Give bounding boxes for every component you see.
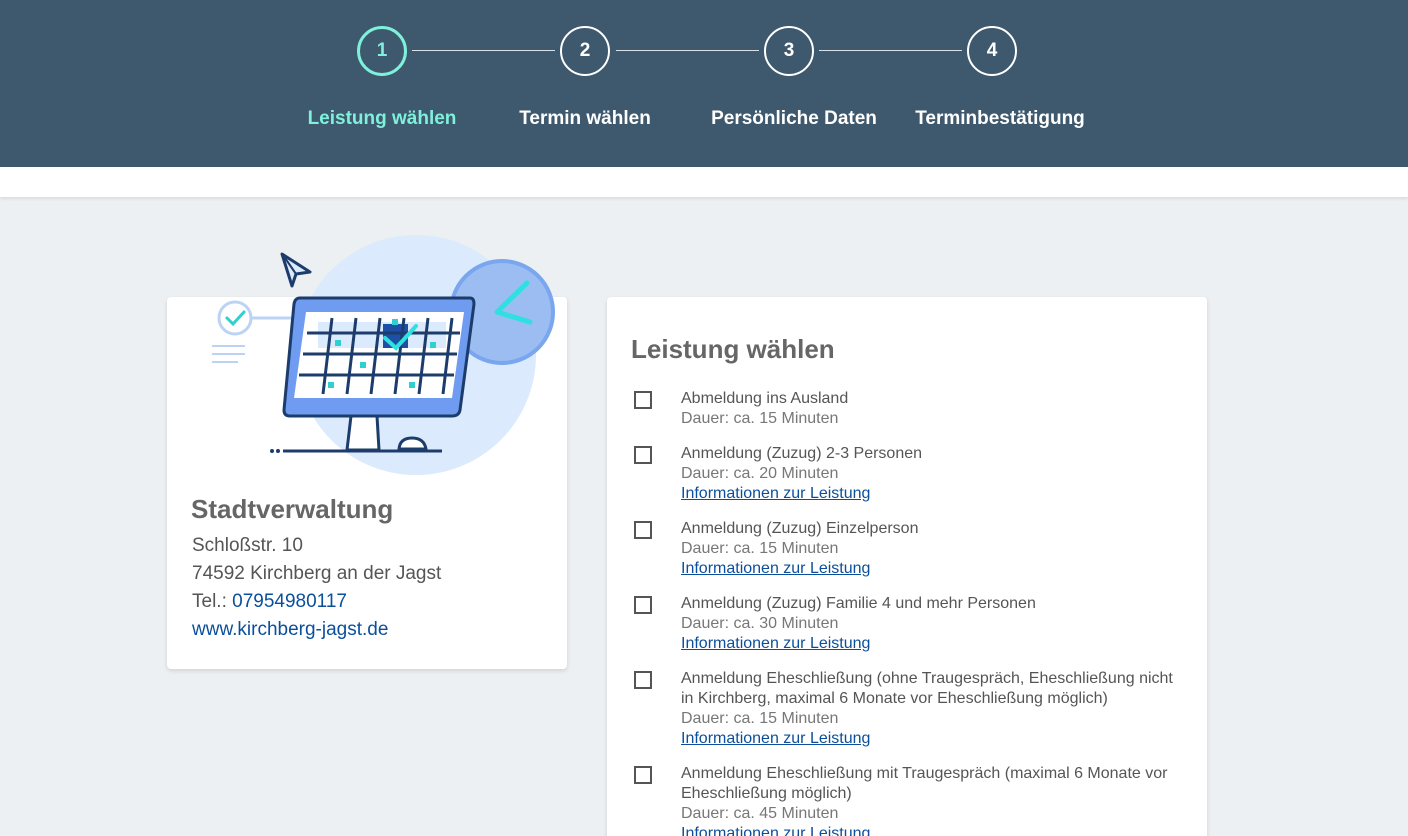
step-number: 4 <box>967 26 1017 76</box>
service-name: Anmeldung (Zuzug) Familie 4 und mehr Per… <box>681 595 1036 612</box>
office-name: Stadtverwaltung <box>191 494 394 524</box>
service-card: Leistung wählen Abmeldung ins Ausland Da… <box>607 297 1207 836</box>
website-link[interactable]: www.kirchberg-jagst.de <box>192 619 388 640</box>
office-phone-row: Tel.: 07954980117 <box>192 591 347 613</box>
stepper-bar: 1 Leistung wählen 2 Termin wählen 3 Pers… <box>0 0 1408 167</box>
service-duration: Dauer: ca. 20 Minuten <box>681 465 839 482</box>
step-4[interactable]: 4 Terminbestätigung <box>892 26 1092 130</box>
service-name: Anmeldung Eheschließung (ohne Traugesprä… <box>681 670 1173 707</box>
service-duration: Dauer: ca. 30 Minuten <box>681 615 839 632</box>
service-checkbox[interactable] <box>634 391 652 409</box>
step-label: Persönliche Daten <box>711 108 877 129</box>
step-number: 2 <box>560 26 610 76</box>
service-info-link[interactable]: Informationen zur Leistung <box>681 824 1181 836</box>
service-name: Anmeldung (Zuzug) 2-3 Personen <box>681 445 923 462</box>
service-name: Anmeldung Eheschließung mit Traugespräch… <box>681 765 1168 802</box>
service-duration: Dauer: ca. 45 Minuten <box>681 805 839 822</box>
service-section-title: Leistung wählen <box>631 334 835 364</box>
step-1[interactable]: 1 Leistung wählen <box>282 26 482 130</box>
step-3[interactable]: 3 Persönliche Daten <box>689 26 889 130</box>
service-name: Anmeldung (Zuzug) Einzelperson <box>681 520 919 537</box>
office-website-row: www.kirchberg-jagst.de <box>192 619 388 641</box>
sub-header-bar <box>0 167 1408 197</box>
service-checkbox[interactable] <box>634 521 652 539</box>
service-checkbox[interactable] <box>634 596 652 614</box>
step-number: 1 <box>357 26 407 76</box>
step-2[interactable]: 2 Termin wählen <box>485 26 685 130</box>
service-duration: Dauer: ca. 15 Minuten <box>681 540 839 557</box>
service-duration: Dauer: ca. 15 Minuten <box>681 710 839 727</box>
service-info-link[interactable]: Informationen zur Leistung <box>681 484 1181 504</box>
service-info-link[interactable]: Informationen zur Leistung <box>681 559 1181 579</box>
service-checkbox[interactable] <box>634 766 652 784</box>
office-street: Schloßstr. 10 <box>192 535 303 556</box>
service-info-link[interactable]: Informationen zur Leistung <box>681 729 1181 749</box>
phone-label: Tel.: <box>192 591 227 612</box>
phone-link[interactable]: 07954980117 <box>232 591 347 612</box>
step-label: Termin wählen <box>519 108 651 129</box>
service-name: Abmeldung ins Ausland <box>681 390 849 407</box>
office-city: 74592 Kirchberg an der Jagst <box>192 563 442 584</box>
step-label: Terminbestätigung <box>915 108 1085 129</box>
service-duration: Dauer: ca. 15 Minuten <box>681 410 839 427</box>
step-label: Leistung wählen <box>307 108 457 129</box>
service-checkbox[interactable] <box>634 446 652 464</box>
step-number: 3 <box>764 26 814 76</box>
calendar-illustration <box>212 235 555 475</box>
service-checkbox[interactable] <box>634 671 652 689</box>
service-info-link[interactable]: Informationen zur Leistung <box>681 634 1181 654</box>
